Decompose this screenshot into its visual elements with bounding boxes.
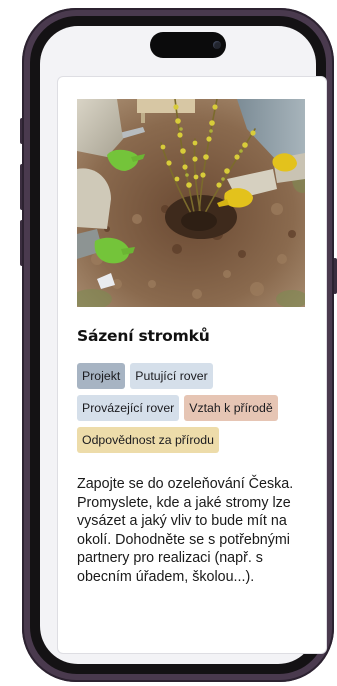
activity-photo [77, 99, 305, 307]
card-description: Zapojte se do ozeleňování Česka. Promysl… [77, 476, 294, 585]
activity-card[interactable]: Sázení stromků Projekt Putující rover Pr… [57, 76, 327, 654]
tag-provazejici-rover[interactable]: Provázející rover [77, 395, 180, 421]
tag-vztah-k-prirode[interactable]: Vztah k přírodě [184, 395, 278, 421]
tree-planting-illustration [77, 99, 305, 307]
tag-odpovednost-za-prirodu[interactable]: Odpovědnost za přírodu [77, 427, 219, 453]
tag-putujici-rover[interactable]: Putující rover [130, 363, 213, 389]
tag-projekt[interactable]: Projekt [77, 363, 126, 389]
tag-list: Projekt Putující rover Provázející rover… [77, 363, 307, 453]
card-title: Sázení stromků [77, 327, 210, 345]
camera-icon [213, 41, 221, 49]
phone-mockup: Sázení stromků Projekt Putující rover Pr… [0, 0, 337, 686]
